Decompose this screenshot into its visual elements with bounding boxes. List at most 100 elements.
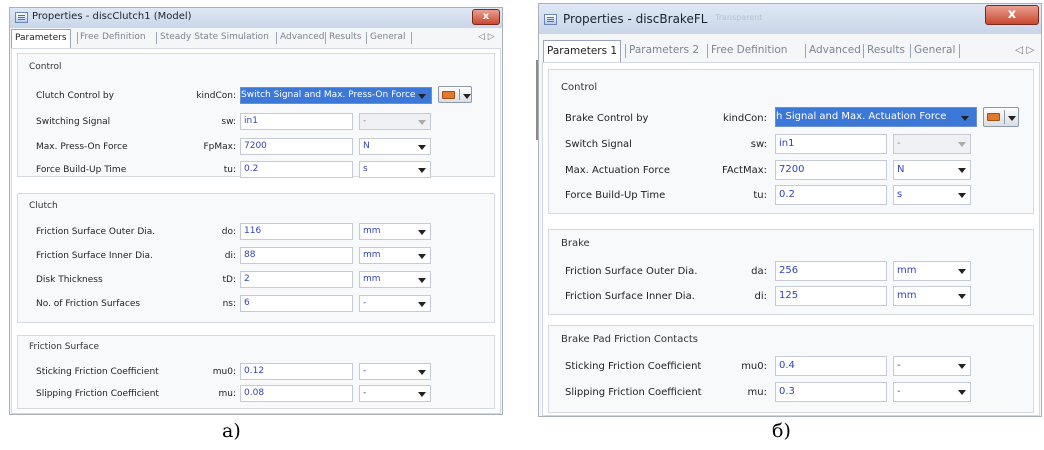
tab-results[interactable]: Results (867, 44, 905, 56)
inner-dia-unit-select[interactable]: mm (893, 286, 971, 306)
chevron-down-icon (418, 369, 426, 375)
sticking-friction-input[interactable]: 0.12 (240, 363, 353, 380)
outer-dia-unit-select[interactable]: mm (893, 261, 971, 281)
max-actuation-force-input[interactable]: 7200 (775, 160, 887, 180)
friction-surfaces-count-input[interactable]: 6 (240, 295, 353, 312)
row-key: kindCon: (196, 91, 236, 101)
switching-signal-input[interactable]: in1 (240, 113, 353, 130)
tab-free-definition[interactable]: Free Definition (711, 44, 787, 56)
tab-separator (959, 44, 960, 58)
tab-scroll-arrows-icon[interactable]: ◁ ▷ (478, 32, 495, 42)
tab-general[interactable]: General (914, 44, 955, 56)
tab-scroll-arrows-icon[interactable]: ◁ ▷ (1015, 44, 1035, 56)
force-build-up-time-unit-select[interactable]: s (359, 161, 431, 178)
friction-surfaces-unit-select[interactable]: - (359, 295, 431, 312)
title-bar[interactable]: Properties - discBrakeFL Transparent x (539, 4, 1041, 34)
unit-value: - (363, 388, 367, 398)
inner-dia-input[interactable]: 125 (775, 286, 887, 306)
switch-signal-input[interactable]: in1 (775, 134, 887, 154)
tab-advanced[interactable]: Advanced (280, 32, 324, 42)
tab-bar: Parameters 1 Parameters 2 Free Definitio… (539, 38, 1041, 62)
switch-signal-unit-select[interactable]: - (893, 134, 971, 154)
chevron-down-icon (463, 94, 471, 99)
slipping-friction-unit-select[interactable]: - (893, 382, 971, 402)
inner-dia-input[interactable]: 88 (240, 247, 353, 264)
divider (459, 89, 460, 100)
tab-advanced[interactable]: Advanced (809, 44, 861, 56)
chevron-down-icon (958, 269, 966, 274)
outer-dia-input[interactable]: 116 (240, 223, 353, 240)
tab-parameters[interactable]: Parameters (11, 29, 71, 48)
force-build-up-time-input[interactable]: 0.2 (240, 161, 353, 178)
row-label: Force Build-Up Time (36, 165, 127, 175)
row-key: FActMax: (722, 165, 767, 176)
select-value: h Signal and Max. Actuation Force (776, 111, 947, 122)
disk-thickness-unit-select[interactable]: mm (359, 271, 431, 288)
tab-separator (366, 32, 367, 44)
close-icon: x (482, 11, 490, 22)
unit-value: mm (363, 274, 381, 284)
close-button[interactable]: x (985, 5, 1039, 25)
tab-free-definition[interactable]: Free Definition (80, 32, 146, 42)
chevron-down-icon (418, 253, 426, 259)
unit-value: N (897, 164, 905, 175)
slipping-friction-unit-select[interactable]: - (359, 385, 431, 402)
chevron-down-icon (418, 229, 426, 235)
switch-signal-tool-button[interactable] (438, 86, 472, 103)
row-label: Clutch Control by (36, 91, 114, 101)
tab-separator (77, 32, 78, 44)
chevron-down-icon[interactable] (961, 116, 969, 121)
switching-signal-unit-select[interactable]: - (359, 113, 431, 130)
tab-separator (805, 44, 806, 58)
chevron-down-icon[interactable] (418, 94, 426, 99)
row-label: Force Build-Up Time (565, 190, 666, 201)
title-bar[interactable]: Properties - discClutch1 (Model) x (10, 8, 502, 28)
unit-value: - (363, 366, 367, 376)
select-value: Switch Signal and Max. Press-On Force (241, 90, 416, 100)
sticking-friction-unit-select[interactable]: - (359, 363, 431, 380)
switch-signal-tool-button[interactable] (983, 107, 1019, 127)
outer-dia-unit-select[interactable]: mm (359, 223, 431, 240)
sticking-friction-input[interactable]: 0.4 (775, 356, 887, 376)
close-button[interactable]: x (472, 9, 500, 25)
force-build-up-time-input[interactable]: 0.2 (775, 185, 887, 205)
row-key: mu0: (212, 367, 236, 377)
chevron-down-icon (1008, 116, 1016, 121)
tab-parameters-1[interactable]: Parameters 1 (543, 40, 622, 62)
properties-app-icon (544, 14, 557, 25)
window-title: Properties - discClutch1 (Model) (32, 11, 192, 22)
slipping-friction-input[interactable]: 0.3 (775, 382, 887, 402)
force-build-up-time-unit-select[interactable]: s (893, 185, 971, 205)
brake-control-select[interactable]: h Signal and Max. Actuation Force (775, 107, 977, 127)
unit-value: s (897, 189, 903, 200)
row-label: Sticking Friction Coefficient (36, 367, 159, 377)
unit-value: mm (897, 265, 917, 276)
max-press-on-force-unit-select[interactable]: N (359, 138, 431, 155)
window-title: Properties - discBrakeFL (563, 12, 708, 26)
tab-results[interactable]: Results (329, 32, 362, 42)
unit-value: - (897, 138, 901, 149)
tab-separator (276, 32, 277, 44)
outer-dia-input[interactable]: 256 (775, 261, 887, 281)
max-actuation-force-unit-select[interactable]: N (893, 160, 971, 180)
chevron-down-icon (418, 167, 426, 173)
sticking-friction-unit-select[interactable]: - (893, 356, 971, 376)
unit-value: mm (363, 226, 381, 236)
tab-steady-state-simulation[interactable]: Steady State Simulation (160, 32, 269, 42)
clutch-control-select[interactable]: Switch Signal and Max. Press-On Force (240, 87, 432, 104)
parameters-panel: Control Brake Control by kindCon: h Sign… (542, 62, 1040, 416)
tab-separator (156, 32, 157, 44)
tab-general[interactable]: General (370, 32, 405, 42)
row-label: Friction Surface Outer Dia. (565, 266, 698, 277)
tab-separator (411, 32, 412, 44)
properties-window-disc-brake: Properties - discBrakeFL Transparent x P… (538, 3, 1042, 417)
disk-thickness-input[interactable]: 2 (240, 271, 353, 288)
row-label: No. of Friction Surfaces (36, 299, 141, 309)
group-title: Brake Pad Friction Contacts (561, 334, 698, 345)
max-press-on-force-input[interactable]: 7200 (240, 138, 353, 155)
slipping-friction-input[interactable]: 0.08 (240, 385, 353, 402)
tab-parameters-2[interactable]: Parameters 2 (629, 44, 699, 56)
close-icon: x (1007, 7, 1017, 22)
inner-dia-unit-select[interactable]: mm (359, 247, 431, 264)
row-key: kindCon: (722, 113, 767, 124)
